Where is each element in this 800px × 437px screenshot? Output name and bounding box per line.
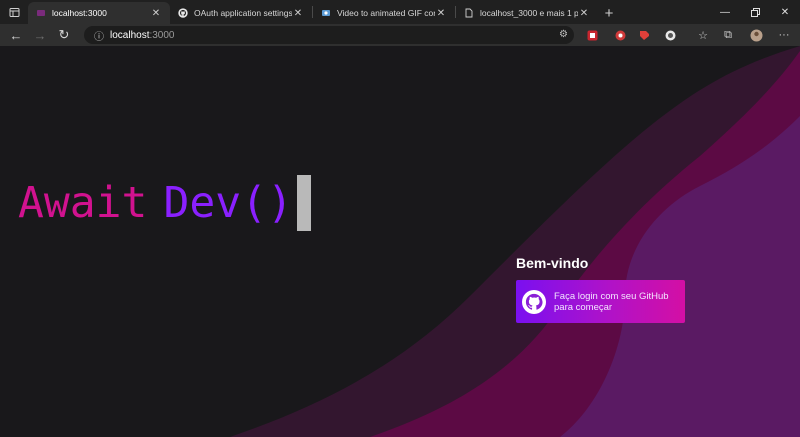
extension-record-icon (615, 30, 625, 40)
github-login-button[interactable]: Faça login com seu GitHub para começar (516, 280, 685, 323)
github-icon (178, 8, 188, 18)
restore-icon (750, 7, 760, 17)
tab-actions-button[interactable] (0, 0, 28, 24)
tab-title: localhost_3000 e mais 1 página (480, 8, 578, 18)
tab-actions-icon (9, 7, 19, 17)
info-icon[interactable]: ⓘ (94, 28, 108, 43)
back-button[interactable]: ← (4, 24, 28, 46)
collections-button[interactable]: ⧉ (720, 26, 736, 44)
headline-dev: Dev() (163, 178, 293, 228)
tab-title: localhost:3000 (52, 8, 107, 18)
extension-button[interactable] (612, 26, 628, 44)
extension-button[interactable] (662, 26, 678, 44)
tab-strip: localhost:3000 ✕ OAuth application setti… (0, 0, 800, 24)
minimize-button[interactable]: — (710, 0, 740, 24)
typing-cursor (296, 175, 311, 231)
window-controls: — ✕ (710, 0, 800, 24)
ezgif-icon (321, 8, 331, 18)
settings-menu-button[interactable]: ··· (776, 26, 792, 44)
welcome-heading: Bem-vindo (516, 255, 589, 271)
favorites-icon: ☆ (698, 29, 708, 42)
page-favicon-icon (36, 8, 46, 18)
login-button-label: Faça login com seu GitHub para começar (554, 290, 669, 313)
url-host: localhost (110, 29, 150, 41)
tab-localhost[interactable]: localhost:3000 ✕ (28, 2, 170, 24)
plus-icon: + (604, 4, 614, 22)
tab-gif-converter[interactable]: Video to animated GIF converter ✕ (313, 2, 455, 24)
arrow-right-icon: → (33, 27, 47, 43)
minimize-icon: — (720, 6, 730, 18)
reading-settings-icon[interactable]: ⚙ (559, 29, 568, 40)
tab-oauth-settings[interactable]: OAuth application settings ✕ (170, 2, 312, 24)
arrow-left-icon: ← (9, 27, 23, 43)
new-tab-button[interactable]: + (598, 2, 620, 24)
address-bar[interactable]: ⓘ localhost:3000 ⚙ (84, 26, 574, 44)
collections-icon: ⧉ (724, 28, 732, 41)
favorites-button[interactable]: ☆ (695, 26, 711, 44)
extension-red-icon (587, 30, 597, 40)
browser-toolbar: ← → ↻ ⓘ localhost:3000 ⚙ ☆ ⧉ ··· (0, 24, 800, 46)
extension-tag-icon (639, 30, 649, 40)
close-icon: ✕ (780, 6, 790, 18)
tab-localhost-group[interactable]: localhost_3000 e mais 1 página ✕ (456, 2, 598, 24)
tab-close-icon[interactable]: ✕ (150, 8, 162, 19)
extension-circle-icon (665, 30, 675, 40)
headline-await: Await (18, 178, 148, 228)
github-icon (522, 289, 546, 314)
page-headline: Await Dev() (18, 175, 311, 231)
extension-button[interactable] (584, 26, 600, 44)
tab-close-icon[interactable]: ✕ (578, 8, 590, 19)
avatar-icon (750, 29, 762, 41)
restore-button[interactable] (740, 0, 770, 24)
browser-window: localhost:3000 ✕ OAuth application setti… (0, 0, 800, 437)
background-waves (230, 46, 800, 437)
more-icon: ··· (778, 29, 790, 41)
tab-close-icon[interactable]: ✕ (435, 8, 447, 19)
file-icon (464, 8, 474, 18)
reload-button[interactable]: ↻ (52, 24, 76, 46)
tab-title: OAuth application settings (194, 8, 292, 18)
extension-button[interactable] (636, 26, 652, 44)
tab-title: Video to animated GIF converter (337, 8, 435, 18)
profile-button[interactable] (748, 26, 764, 44)
forward-button[interactable]: → (28, 24, 52, 46)
page-content: Await Dev() Bem-vindo Faça login com seu… (0, 46, 800, 437)
tab-close-icon[interactable]: ✕ (292, 8, 304, 19)
url-port: :3000 (149, 29, 175, 41)
reload-icon: ↻ (58, 27, 70, 42)
close-window-button[interactable]: ✕ (770, 0, 800, 24)
